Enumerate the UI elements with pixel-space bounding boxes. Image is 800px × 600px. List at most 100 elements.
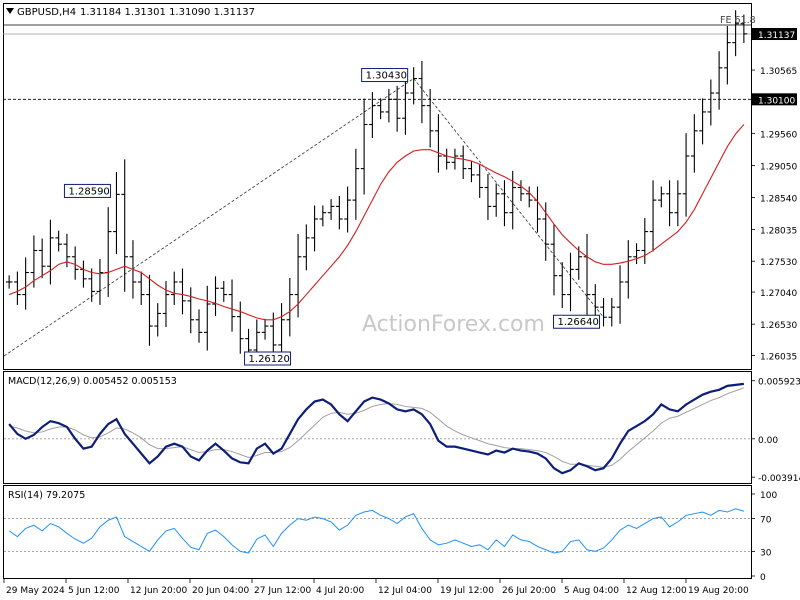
price-bar: [443, 148, 450, 170]
rsi-tick-label: 30: [760, 548, 772, 558]
price-bar: [162, 281, 170, 327]
price-bar: [5, 275, 13, 289]
rsi-lines: [4, 508, 751, 554]
price-level-lines: [3, 24, 751, 100]
price-bar: [393, 85, 401, 132]
price-bar: [294, 233, 302, 318]
price-bar: [113, 171, 120, 255]
time-tick-label: 29 May 2024: [6, 586, 65, 596]
price-bar: [649, 180, 657, 252]
price-bar: [451, 148, 459, 170]
price-bar: [88, 268, 95, 302]
price-bar: [154, 303, 162, 337]
price-bar: [600, 298, 607, 327]
price-bar: [80, 260, 87, 288]
price-bar: [352, 148, 360, 220]
price-bar: [360, 98, 368, 195]
price-bar: [146, 274, 153, 346]
rsi-path: [8, 508, 745, 554]
price-bar: [402, 76, 409, 135]
time-tick-label: 12 Jul 04:00: [378, 586, 432, 596]
price-tick-label: 1.30565: [760, 67, 797, 77]
price-bar: [501, 180, 508, 227]
price-bar: [468, 161, 475, 183]
symbol-label: GBPUSD,H4: [17, 7, 76, 18]
price-bar: [220, 280, 228, 302]
rsi-tick-label: 70: [760, 516, 772, 526]
price-bar: [344, 186, 351, 233]
price-bar: [658, 186, 665, 208]
price-bar: [426, 88, 434, 148]
gbpusd-chart: ActionForex.com GBPUSD,H4 1.31184 1.3130…: [3, 3, 800, 596]
macd-axis: 0.005923 0.00 -0.003914: [751, 378, 800, 484]
moving-average-line: [8, 124, 745, 321]
watermark: ActionForex.com: [362, 312, 545, 337]
price-callout: 1.30430: [361, 68, 409, 83]
price-bar: [303, 224, 310, 271]
price-bar: [22, 257, 29, 310]
time-tick-label: 4 Jul 20:00: [316, 586, 365, 596]
price-bar: [170, 271, 178, 305]
rsi-panel-frame: [3, 485, 752, 579]
price-callout: 1.26120: [244, 351, 292, 366]
price-bar: [96, 259, 104, 305]
time-axis: 29 May 2024 5 Jun 12:00 12 Jun 20:00 20 Jun…: [3, 578, 749, 596]
price-bar: [616, 265, 624, 324]
price-bar: [550, 224, 558, 296]
price-bar: [608, 298, 616, 327]
price-badge-label: 1.30100: [758, 96, 795, 106]
callout-label: 1.28590: [68, 186, 109, 197]
callout-label: 1.30430: [366, 71, 407, 82]
price-bar: [699, 98, 706, 145]
moving-average-path: [8, 124, 745, 321]
price-bar: [203, 285, 211, 351]
price-bar: [104, 207, 112, 297]
price-bar: [121, 159, 129, 292]
price-bar: [435, 114, 442, 173]
price-bar: [492, 183, 500, 217]
price-tick-label: 1.26035: [760, 352, 797, 362]
price-bar: [542, 202, 550, 261]
price-bar: [633, 243, 640, 265]
price-bar: [583, 233, 591, 318]
price-bar: [55, 230, 62, 252]
price-bar: [575, 246, 583, 280]
macd-tick-label: 0.00: [758, 436, 778, 446]
time-tick-label: 12 Jun 20:00: [130, 586, 187, 596]
price-bar: [410, 67, 417, 105]
projection-line-down: [413, 78, 604, 318]
price-bar: [567, 252, 574, 312]
price-bar: [261, 318, 269, 340]
callout-label: 1.26120: [249, 354, 290, 365]
time-tick-label: 5 Jun 12:00: [68, 586, 120, 596]
price-bar: [286, 277, 294, 337]
price-bar: [336, 196, 343, 230]
price-bar: [377, 98, 384, 120]
fibo-label: FE 61.8: [720, 15, 756, 26]
macd-lines: [4, 382, 751, 475]
price-bar: [228, 279, 236, 332]
price-bar: [707, 79, 715, 126]
price-tick-label: 1.29050: [760, 162, 797, 172]
price-bar: [179, 268, 186, 315]
time-tick-label: 19 Aug 20:00: [688, 586, 749, 596]
rsi-tick-label: 0: [760, 573, 766, 583]
price-bar: [327, 199, 335, 220]
price-axis: 1.31137 1.30565 1.30100 1.29560 1.29050 1.285…: [751, 28, 797, 362]
price-tick-label: 1.28540: [760, 195, 797, 205]
rsi-tick-label: 100: [760, 491, 777, 501]
price-bar: [14, 271, 21, 305]
price-tick-label: 1.27530: [760, 258, 797, 268]
macd-tick-label: -0.003914: [758, 474, 800, 484]
price-bar: [38, 238, 46, 279]
price-bar: [484, 173, 492, 220]
price-bar: [137, 271, 145, 305]
price-bar: [715, 51, 723, 110]
price-bar: [195, 309, 203, 343]
price-bar: [187, 287, 195, 334]
price-bar: [459, 145, 467, 179]
price-bar: [641, 218, 649, 264]
time-tick-label: 19 Jul 12:00: [440, 586, 494, 596]
price-bar: [534, 186, 541, 233]
macd-panel-frame: [3, 371, 752, 484]
